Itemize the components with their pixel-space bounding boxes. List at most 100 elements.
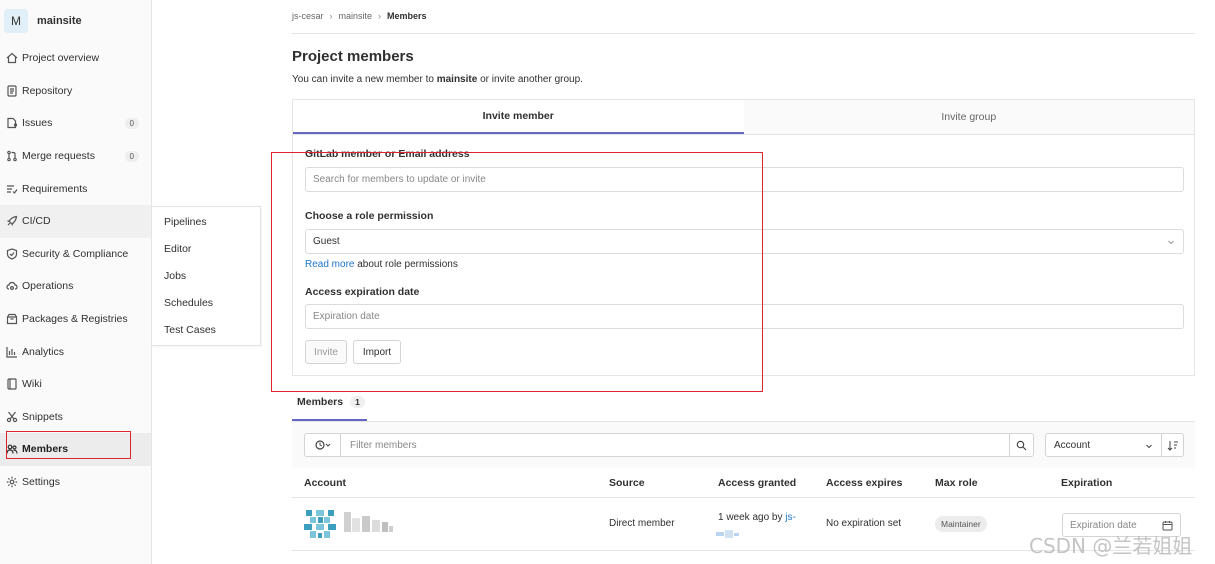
page-title: Project members — [292, 48, 414, 65]
sidebar-item-project-overview[interactable]: Project overview — [0, 42, 151, 75]
tab-members[interactable]: Members 1 — [297, 396, 365, 408]
role-field-label: Choose a role permission — [305, 210, 434, 222]
invite-button[interactable]: Invite — [305, 340, 347, 364]
divider — [292, 497, 1195, 498]
tab-invite-member[interactable]: Invite member — [293, 100, 744, 134]
issues-count-badge: 0 — [124, 117, 139, 129]
sidebar-item-issues[interactable]: Issues 0 — [0, 107, 151, 140]
granted-by-link[interactable]: js- — [785, 512, 796, 523]
sidebar-item-packages-registries[interactable]: Packages & Registries — [0, 303, 151, 336]
sidebar-item-requirements[interactable]: Requirements — [0, 172, 151, 205]
sidebar-item-label: Operations — [22, 280, 74, 293]
blurred-granted-by-name — [716, 530, 739, 538]
sidebar-item-label: Wiki — [22, 378, 42, 391]
members-count-badge: 1 — [350, 396, 365, 408]
scissors-icon — [5, 410, 18, 423]
breadcrumb-current[interactable]: Members — [387, 11, 427, 21]
sort-select[interactable]: Account — [1045, 433, 1162, 457]
sidebar-item-label: Issues — [22, 117, 53, 130]
sidebar-item-operations[interactable]: Operations — [0, 270, 151, 303]
recent-searches-button[interactable] — [304, 433, 341, 457]
sidebar-item-label: Members — [22, 443, 69, 456]
chart-icon — [5, 345, 18, 358]
merge-requests-count-badge: 0 — [124, 150, 139, 162]
package-icon — [5, 313, 18, 326]
chevron-right-icon: › — [378, 11, 382, 21]
sidebar-item-label: Requirements — [22, 182, 88, 195]
blurred-username — [344, 512, 393, 532]
requirements-icon — [5, 182, 18, 195]
merge-request-icon — [5, 150, 18, 163]
member-access-granted: 1 week ago by js- — [718, 512, 796, 523]
divider — [292, 33, 1195, 34]
breadcrumb-project[interactable]: mainsite — [339, 11, 373, 21]
sidebar-item-label: Snippets — [22, 410, 63, 423]
shield-icon — [5, 247, 18, 260]
ci-cd-flyout-menu: Pipelines Editor Jobs Schedules Test Cas… — [152, 206, 261, 346]
filter-members-input[interactable]: Filter members — [340, 433, 1010, 457]
sidebar-item-ci-cd[interactable]: CI/CD — [0, 204, 151, 238]
breadcrumb: js-cesar › mainsite › Members — [292, 11, 427, 21]
flyout-item-pipelines[interactable]: Pipelines — [152, 209, 260, 236]
home-icon — [5, 52, 18, 65]
sidebar-item-label: Project overview — [22, 52, 100, 65]
flyout-item-jobs[interactable]: Jobs — [152, 263, 260, 290]
avatar[interactable] — [304, 508, 336, 540]
invite-panel: Invite member Invite group GitLab member… — [292, 99, 1195, 376]
sidebar-item-label: CI/CD — [22, 215, 51, 228]
watermark: CSDN @兰若姐姐 — [1029, 534, 1193, 558]
member-access-expires: No expiration set — [826, 518, 902, 529]
page-subtitle: You can invite a new member to mainsite … — [292, 74, 583, 85]
sidebar-item-wiki[interactable]: Wiki — [0, 368, 151, 401]
tab-invite-group[interactable]: Invite group — [743, 100, 1194, 134]
sort-direction-button[interactable] — [1161, 433, 1184, 457]
role-help-text: Read more about role permissions — [305, 259, 458, 270]
sort-select-value: Account — [1054, 439, 1091, 451]
project-name: mainsite — [37, 15, 82, 27]
sidebar-item-label: Security & Compliance — [22, 247, 129, 260]
max-role-badge[interactable]: Maintainer — [935, 516, 987, 532]
member-search-input[interactable]: Search for members to update or invite — [305, 167, 1184, 192]
sidebar-item-label: Merge requests — [22, 150, 95, 163]
column-header-expiration: Expiration — [1061, 477, 1113, 489]
column-header-account: Account — [304, 477, 346, 489]
chevron-down-icon — [1168, 240, 1174, 245]
member-source: Direct member — [609, 518, 675, 529]
sidebar-item-analytics[interactable]: Analytics — [0, 335, 151, 368]
sidebar-item-label: Analytics — [22, 345, 65, 358]
sort-lowest-icon — [1167, 440, 1178, 451]
role-select-value: Guest — [313, 236, 340, 247]
sidebar-item-merge-requests[interactable]: Merge requests 0 — [0, 140, 151, 173]
sidebar-item-label: Repository — [22, 84, 73, 97]
cloud-gear-icon — [5, 280, 18, 293]
sidebar-item-label: Settings — [22, 476, 60, 489]
import-button[interactable]: Import — [353, 340, 401, 364]
search-button[interactable] — [1009, 433, 1034, 457]
role-select[interactable]: Guest — [305, 229, 1184, 254]
column-header-source: Source — [609, 477, 645, 489]
invite-tabs: Invite member Invite group — [293, 100, 1194, 135]
breadcrumb-group[interactable]: js-cesar — [292, 11, 324, 21]
sidebar-item-snippets[interactable]: Snippets — [0, 401, 151, 434]
flyout-item-schedules[interactable]: Schedules — [152, 289, 260, 316]
expiration-field-label: Access expiration date — [305, 286, 420, 298]
flyout-item-test-cases[interactable]: Test Cases — [152, 316, 260, 343]
chevron-right-icon: › — [329, 11, 333, 21]
sidebar-item-settings[interactable]: Settings — [0, 466, 151, 499]
sidebar-item-label: Packages & Registries — [22, 313, 128, 326]
gear-icon — [5, 476, 18, 489]
sidebar-item-repository[interactable]: Repository — [0, 75, 151, 108]
sidebar: M mainsite Project overview Repository I… — [0, 0, 152, 564]
doc-icon — [5, 84, 18, 97]
users-icon — [5, 443, 18, 456]
read-more-link[interactable]: Read more — [305, 259, 354, 270]
expiration-date-input[interactable]: Expiration date — [305, 304, 1184, 329]
sidebar-item-members[interactable]: Members — [0, 433, 151, 466]
members-filter-bar: Filter members Account — [292, 422, 1195, 468]
search-icon — [1016, 440, 1027, 450]
project-header[interactable]: M mainsite — [0, 0, 151, 42]
sidebar-item-security-compliance[interactable]: Security & Compliance — [0, 238, 151, 271]
column-header-access-granted: Access granted — [718, 477, 797, 489]
column-header-max-role: Max role — [935, 477, 978, 489]
flyout-item-editor[interactable]: Editor — [152, 236, 260, 263]
